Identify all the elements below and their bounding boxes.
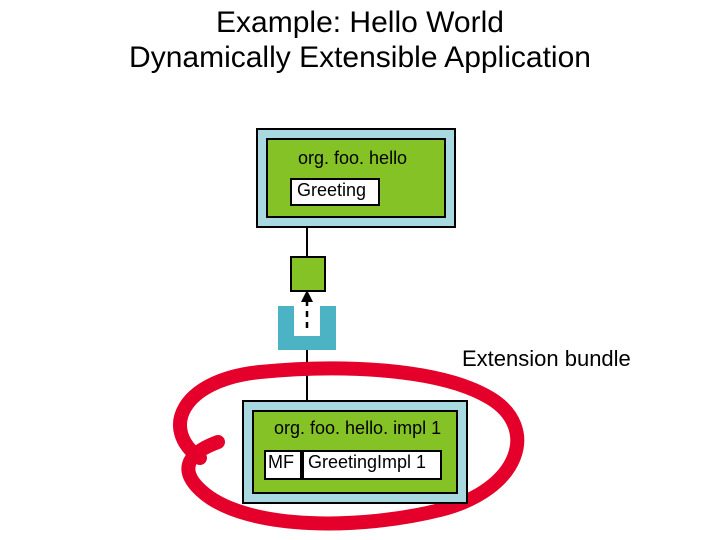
mf-label: MF — [268, 452, 294, 473]
greeting-impl-label: GreetingImpl 1 — [308, 452, 426, 473]
bottom-package-label: org. foo. hello. impl 1 — [274, 418, 441, 439]
